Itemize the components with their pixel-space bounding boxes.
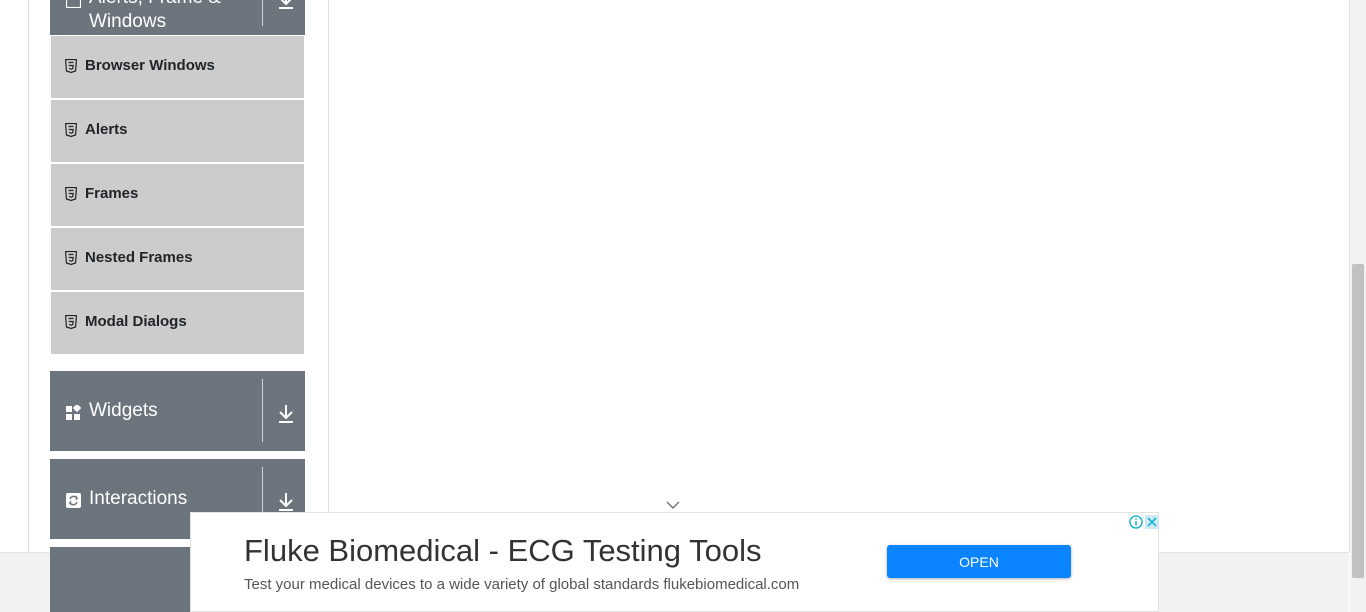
close-icon[interactable] <box>1145 515 1159 529</box>
scrollbar-thumb[interactable] <box>1352 264 1364 578</box>
html5-icon <box>64 58 78 74</box>
sidebar-item-label: Frames <box>85 185 139 202</box>
content-divider <box>328 0 329 552</box>
sidebar-item-frames[interactable]: Frames <box>51 164 304 226</box>
group-divider <box>262 0 263 26</box>
page: Alerts, Frame & Windows Browser Windows … <box>0 0 1366 612</box>
sidebar-item-alerts[interactable]: Alerts <box>51 100 304 162</box>
group-header-alerts-frame-windows[interactable]: Alerts, Frame & Windows <box>50 0 305 35</box>
sidebar-item-label: Nested Frames <box>85 249 193 266</box>
sidebar-item-modal-dialogs[interactable]: Modal Dialogs <box>51 292 304 354</box>
html5-icon <box>64 250 78 266</box>
window-icon <box>66 0 81 9</box>
info-icon[interactable] <box>1129 515 1143 529</box>
sidebar-item-nested-frames[interactable]: Nested Frames <box>51 228 304 290</box>
group-header-widgets[interactable]: Widgets <box>50 371 305 451</box>
download-arrow-icon[interactable] <box>276 490 296 512</box>
group-label-line2: Windows <box>89 11 167 32</box>
sidebar-item-label: Browser Windows <box>85 57 215 74</box>
interactions-icon <box>66 493 81 508</box>
group-label: Widgets <box>89 400 158 421</box>
download-arrow-icon[interactable] <box>276 0 296 10</box>
html5-icon <box>64 314 78 330</box>
ad-open-button[interactable]: OPEN <box>887 545 1071 578</box>
ad-description[interactable]: Test your medical devices to a wide vari… <box>244 576 799 594</box>
sidebar-item-browser-windows[interactable]: Browser Windows <box>51 36 304 98</box>
sidebar-item-label: Alerts <box>85 121 128 138</box>
group-label: Interactions <box>89 488 188 509</box>
chevron-down-icon[interactable] <box>665 497 681 510</box>
html5-icon <box>64 122 78 138</box>
widgets-icon <box>66 405 81 420</box>
scrollbar[interactable] <box>1350 0 1366 612</box>
html5-icon <box>64 186 78 202</box>
group-label-line1: Alerts, Frame & <box>89 0 221 10</box>
ad-title[interactable]: Fluke Biomedical - ECG Testing Tools <box>244 533 761 569</box>
group-divider <box>262 379 263 442</box>
download-arrow-icon[interactable] <box>276 402 296 424</box>
group-label: Alerts, Frame & Windows <box>89 0 221 34</box>
sidebar-item-label: Modal Dialogs <box>85 313 187 330</box>
left-divider <box>28 0 29 552</box>
ad-banner[interactable]: Fluke Biomedical - ECG Testing Tools Tes… <box>190 512 1159 612</box>
